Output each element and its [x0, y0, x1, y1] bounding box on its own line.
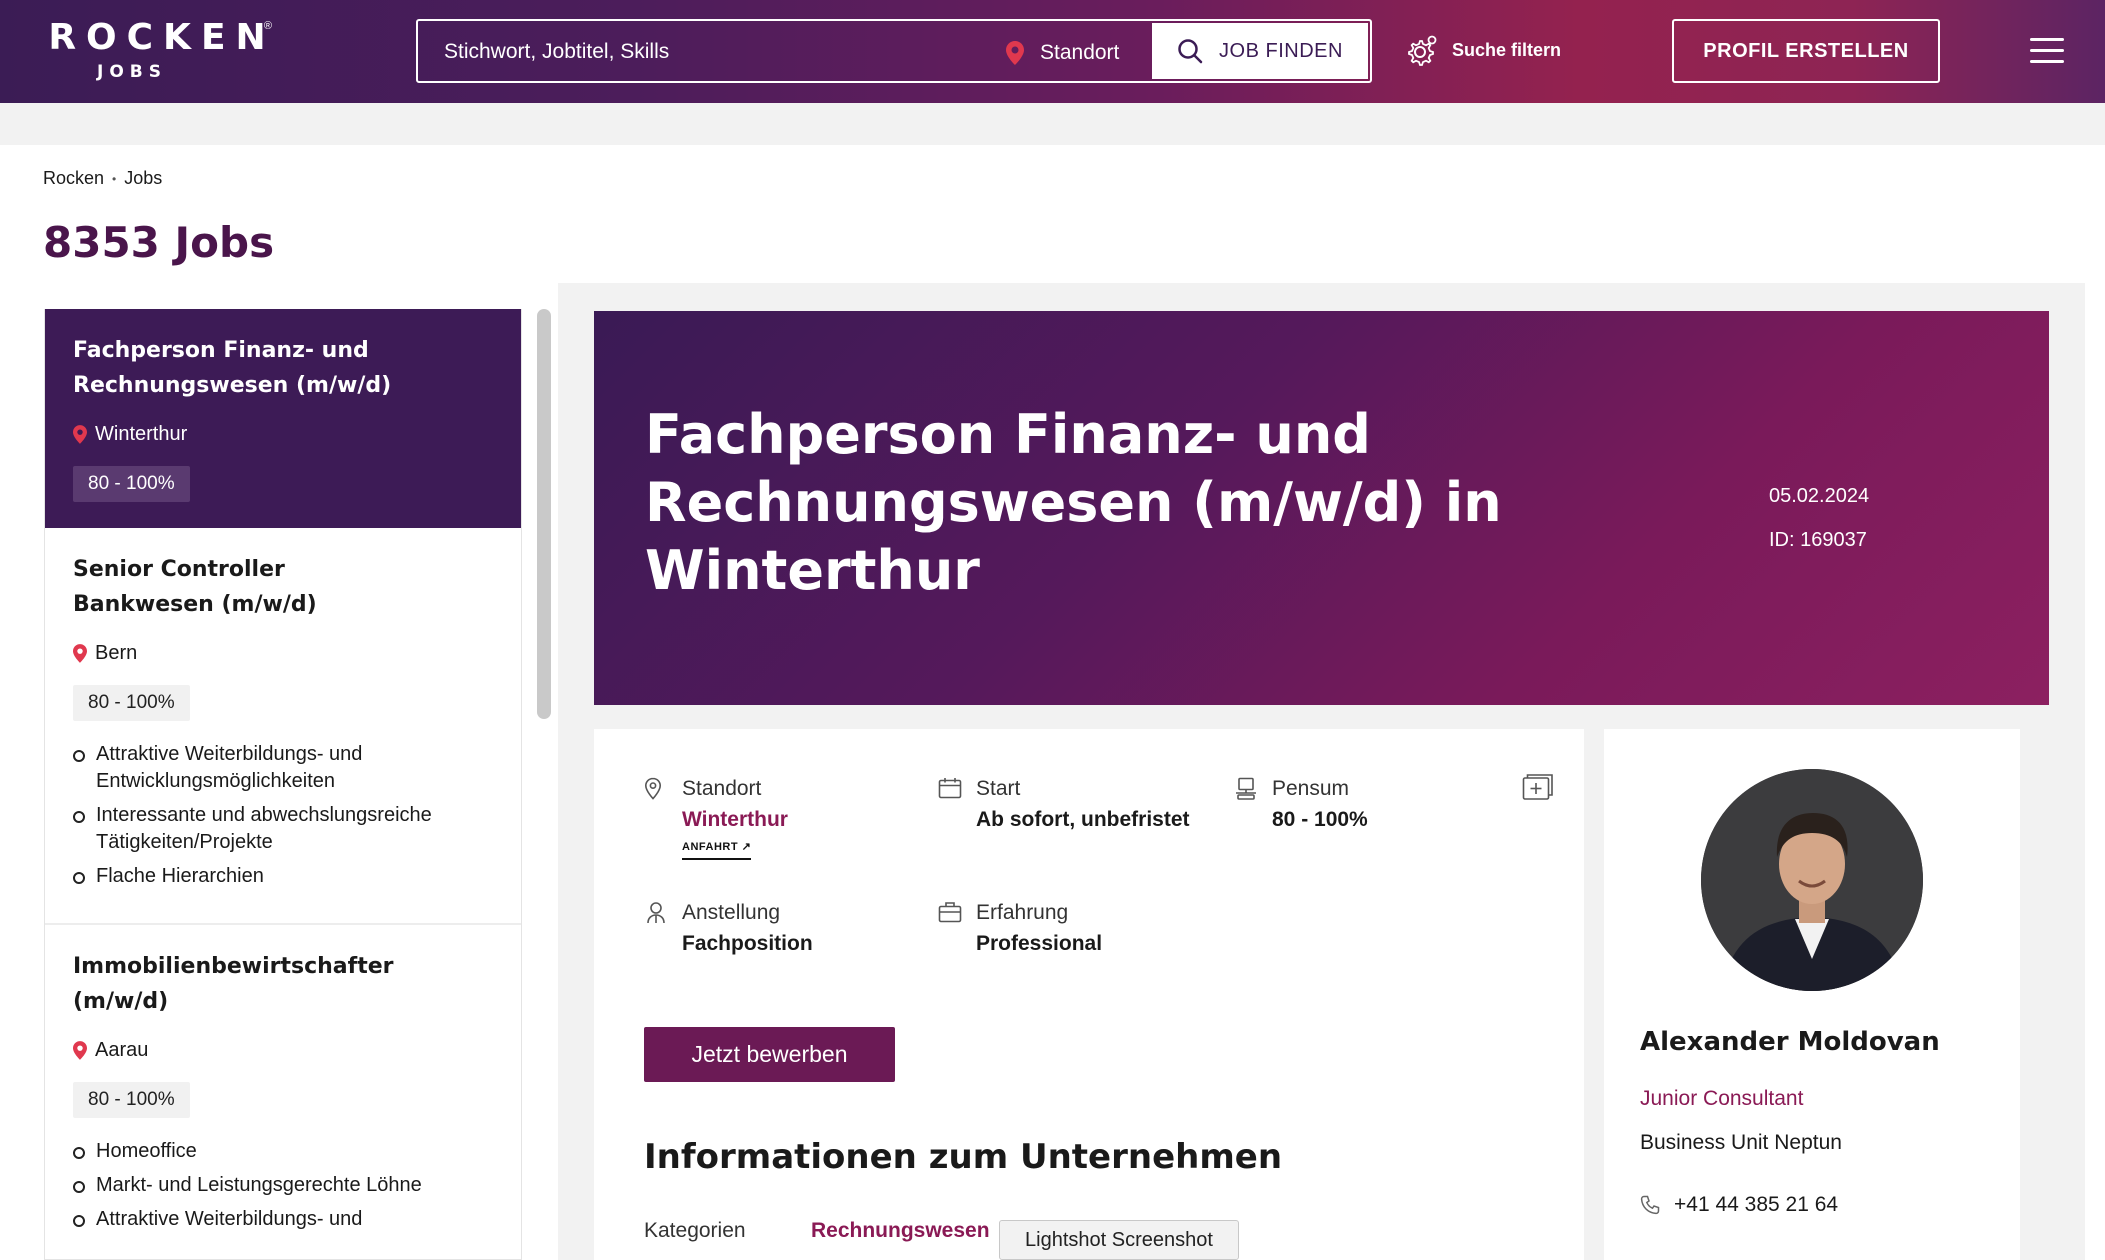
consultant-phone[interactable]: +41 44 385 21 64 [1640, 1193, 1838, 1217]
calendar-icon [938, 778, 962, 799]
briefcase-icon [938, 902, 962, 923]
search-bar: Standort JOB FINDEN [416, 19, 1372, 83]
job-location-text: Winterthur [95, 423, 188, 445]
standort-value: Winterthur [682, 808, 788, 831]
gear-icon [1408, 35, 1437, 66]
location-pin-icon [73, 425, 87, 444]
erfahrung-value: Professional [976, 932, 1103, 955]
jetzt-bewerben-button[interactable]: Jetzt bewerben [644, 1027, 895, 1082]
menu-icon[interactable] [2030, 38, 2064, 64]
logo-main-text: ROCKEN [48, 17, 276, 58]
menu-bar-3 [2030, 60, 2064, 63]
calendar-add-icon [1522, 774, 1553, 800]
job-location: Winterthur [73, 423, 493, 446]
job-benefits-list: Attraktive Weiterbildungs- und Entwicklu… [73, 741, 493, 890]
consultant-role: Junior Consultant [1640, 1087, 1804, 1110]
menu-bar-1 [2030, 38, 2064, 41]
suche-filtern-label: Suche filtern [1452, 39, 1562, 60]
job-benefit-item: Homeoffice [73, 1138, 493, 1165]
job-list: Fachperson Finanz- und Rechnungswesen (m… [44, 309, 522, 1260]
kategorien-label: Kategorien [644, 1219, 746, 1242]
job-card[interactable]: Immobilienbewirtschafter (m/w/d) Aarau 8… [45, 925, 521, 1259]
job-id: ID: 169037 [1769, 529, 1867, 551]
start-info: Start Ab sofort, unbefristet [938, 775, 1190, 832]
job-list-scrollbar[interactable] [537, 309, 551, 719]
job-location-text: Bern [95, 642, 138, 664]
rocken-jobs-logo[interactable]: ROCKEN ® JOBS [42, 17, 282, 83]
breadcrumb: Rocken • Jobs [43, 168, 162, 189]
location-selector[interactable]: Standort [1006, 37, 1119, 69]
job-benefit-item: Attraktive Weiterbildungs- und Entwicklu… [73, 741, 493, 795]
anstellung-icon [647, 902, 665, 924]
job-meta: 05.02.2024 ID: 169037 [1769, 474, 1869, 562]
pensum-value: 80 - 100% [1272, 808, 1368, 831]
location-pin-icon [73, 644, 87, 663]
phone-icon [1640, 1195, 1660, 1215]
erfahrung-info: Erfahrung Professional [938, 899, 1102, 956]
consultant-photo [1701, 769, 1923, 991]
profil-erstellen-button[interactable]: PROFIL ERSTELLEN [1672, 19, 1940, 83]
logo-registered-mark: ® [263, 20, 272, 32]
job-title: Fachperson Finanz- und Rechnungswesen (m… [73, 338, 392, 398]
job-benefit-item: Flache Hierarchien [73, 863, 493, 890]
location-pin-icon [73, 1041, 87, 1060]
erfahrung-label: Erfahrung [976, 901, 1069, 924]
search-icon [1178, 39, 1203, 64]
contact-card: Alexander Moldovan Junior Consultant Bus… [1604, 729, 2020, 1260]
lightshot-tooltip: Lightshot Screenshot [999, 1220, 1239, 1260]
start-label: Start [976, 777, 1021, 800]
suche-filtern-link[interactable]: Suche filtern [1404, 30, 1561, 70]
consultant-avatar [1701, 769, 1923, 991]
job-finden-label: JOB FINDEN [1219, 39, 1343, 62]
job-title: Senior Controller Bankwesen (m/w/d) [73, 557, 317, 617]
breadcrumb-home-link[interactable]: Rocken [43, 168, 104, 189]
menu-bar-2 [2030, 49, 2064, 52]
job-pensum-badge: 80 - 100% [73, 466, 190, 502]
job-date: 05.02.2024 [1769, 485, 1870, 507]
company-info-heading: Informationen zum Unternehmen [644, 1137, 1283, 1177]
location-outline-icon [644, 777, 662, 800]
logo-sub-text: JOBS [97, 62, 167, 82]
job-benefit-item: Markt- und Leistungsgerechte Löhne [73, 1172, 493, 1199]
job-detail-title: Fachperson Finanz- und Rechnungswesen (m… [645, 403, 1502, 602]
job-location: Bern [73, 642, 493, 665]
job-pensum-badge: 80 - 100% [73, 1082, 190, 1118]
job-benefits-list: Homeoffice Markt- und Leistungsgerechte … [73, 1138, 493, 1233]
pensum-label: Pensum [1272, 777, 1350, 800]
location-label: Standort [1040, 41, 1120, 64]
job-title: Immobilienbewirtschafter (m/w/d) [73, 954, 394, 1014]
kategorien-value[interactable]: Rechnungswesen [811, 1219, 990, 1243]
breadcrumb-current: Jobs [124, 168, 163, 188]
job-benefit-item: Attraktive Weiterbildungs- und [73, 1206, 493, 1233]
standort-label: Standort [682, 777, 762, 800]
job-benefit-item: Interessante und abwechslungsreiche Täti… [73, 802, 493, 856]
breadcrumb-separator: • [112, 171, 117, 186]
standort-info: Standort Winterthur ANFAHRT ↗ [644, 775, 788, 860]
consultant-name: Alexander Moldovan [1640, 1027, 1940, 1057]
anstellung-info: Anstellung Fachposition [644, 899, 813, 956]
add-to-calendar-button[interactable] [1522, 773, 1554, 806]
pensum-info: Pensum 80 - 100% [1234, 775, 1368, 832]
job-pensum-badge: 80 - 100% [73, 685, 190, 721]
pensum-icon [1236, 777, 1256, 800]
job-finden-button[interactable]: JOB FINDEN [1152, 23, 1368, 79]
anstellung-value: Fachposition [682, 932, 813, 955]
keyword-search-input[interactable] [444, 35, 944, 69]
start-value: Ab sofort, unbefristet [976, 808, 1190, 831]
job-card-selected[interactable]: Fachperson Finanz- und Rechnungswesen (m… [45, 309, 521, 528]
kategorien-row: Kategorien Rechnungswesen [644, 1219, 990, 1243]
anfahrt-link[interactable]: ANFAHRT ↗ [682, 840, 752, 860]
anstellung-label: Anstellung [682, 901, 781, 924]
job-info-card: Standort Winterthur ANFAHRT ↗ Start Ab s… [594, 729, 1584, 1260]
job-location: Aarau [73, 1039, 493, 1062]
sub-navigation-bar [0, 103, 2105, 145]
consultant-business-unit: Business Unit Neptun [1640, 1131, 1842, 1154]
page-title: 8353 Jobs [43, 218, 275, 267]
location-pin-icon [1006, 41, 1024, 65]
job-card[interactable]: Senior Controller Bankwesen (m/w/d) Bern… [45, 528, 521, 925]
job-hero-banner: Fachperson Finanz- und Rechnungswesen (m… [594, 311, 2049, 705]
consultant-phone-number: +41 44 385 21 64 [1674, 1193, 1839, 1216]
job-location-text: Aarau [95, 1039, 149, 1061]
top-header: ROCKEN ® JOBS Standort JOB FINDEN Suche … [0, 0, 2105, 103]
